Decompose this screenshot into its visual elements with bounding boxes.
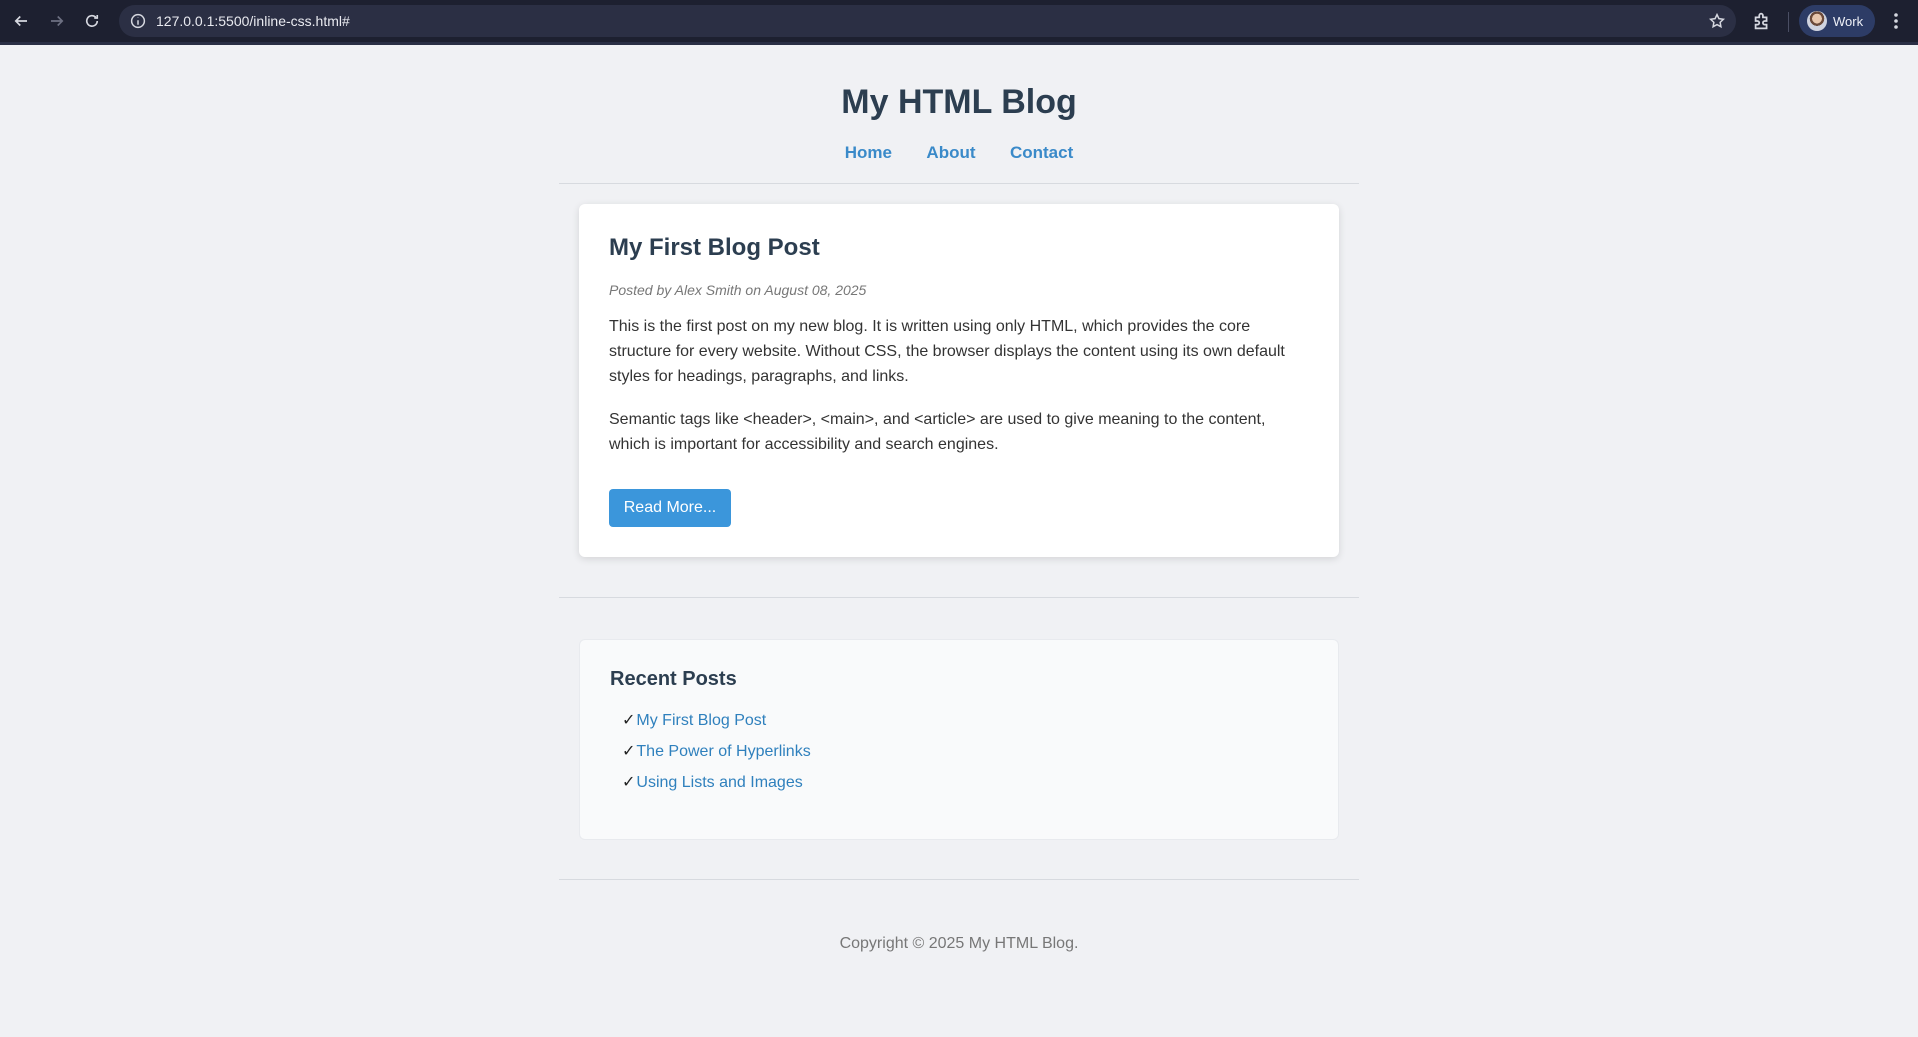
extensions-icon[interactable]: [1751, 10, 1773, 32]
list-item: ✓Using Lists and Images: [622, 772, 811, 803]
info-icon[interactable]: [129, 12, 147, 30]
nav-about-link[interactable]: About: [926, 143, 975, 162]
nav-home-link[interactable]: Home: [845, 143, 892, 162]
footer-divider: [559, 879, 1359, 880]
footer-copyright: Copyright © 2025 My HTML Blog.: [839, 935, 1079, 952]
reload-icon[interactable]: [80, 9, 104, 33]
recent-posts-list: ✓My First Blog Post ✓The Power of Hyperl…: [622, 710, 811, 803]
post-card: My First Blog Post Posted by Alex Smith …: [579, 204, 1339, 557]
checkmark-icon: ✓: [622, 774, 636, 791]
recent-post-link[interactable]: The Power of Hyperlinks: [636, 743, 810, 760]
site-title: My HTML Blog: [841, 83, 1077, 121]
checkmark-icon: ✓: [622, 712, 636, 729]
recent-post-link[interactable]: My First Blog Post: [636, 712, 766, 729]
content-divider: [559, 597, 1359, 598]
post-title: My First Blog Post: [609, 234, 820, 261]
header-divider: [559, 183, 1359, 184]
list-item: ✓The Power of Hyperlinks: [622, 741, 811, 772]
page-viewport: My HTML Blog Home About Contact My First…: [0, 45, 1918, 1037]
recent-post-link[interactable]: Using Lists and Images: [636, 774, 802, 791]
browser-toolbar: 127.0.0.1:5500/inline-css.html# Work: [0, 0, 1918, 45]
list-item: ✓My First Blog Post: [622, 710, 811, 741]
post-paragraph: This is the first post on my new blog. I…: [609, 318, 1285, 385]
back-icon[interactable]: [9, 9, 33, 33]
nav-contact-link[interactable]: Contact: [1010, 143, 1073, 162]
avatar: [1807, 11, 1827, 31]
kebab-menu-icon[interactable]: [1888, 10, 1904, 32]
url-text[interactable]: 127.0.0.1:5500/inline-css.html#: [156, 13, 350, 29]
address-bar[interactable]: 127.0.0.1:5500/inline-css.html#: [119, 5, 1736, 37]
profile-button[interactable]: Work: [1799, 5, 1875, 37]
profile-name: Work: [1833, 13, 1864, 29]
forward-icon[interactable]: [45, 9, 69, 33]
post-paragraph: Semantic tags like <header>, <main>, and…: [609, 411, 1266, 453]
checkmark-icon: ✓: [622, 743, 636, 760]
read-more-button[interactable]: Read More...: [609, 489, 731, 527]
post-meta: Posted by Alex Smith on August 08, 2025: [609, 282, 867, 298]
main-nav: Home About Contact: [559, 143, 1359, 163]
recent-posts-title: Recent Posts: [610, 668, 737, 690]
recent-posts-card: Recent Posts ✓My First Blog Post ✓The Po…: [579, 639, 1339, 840]
star-icon[interactable]: [1708, 12, 1726, 30]
toolbar-separator: [1788, 12, 1789, 32]
